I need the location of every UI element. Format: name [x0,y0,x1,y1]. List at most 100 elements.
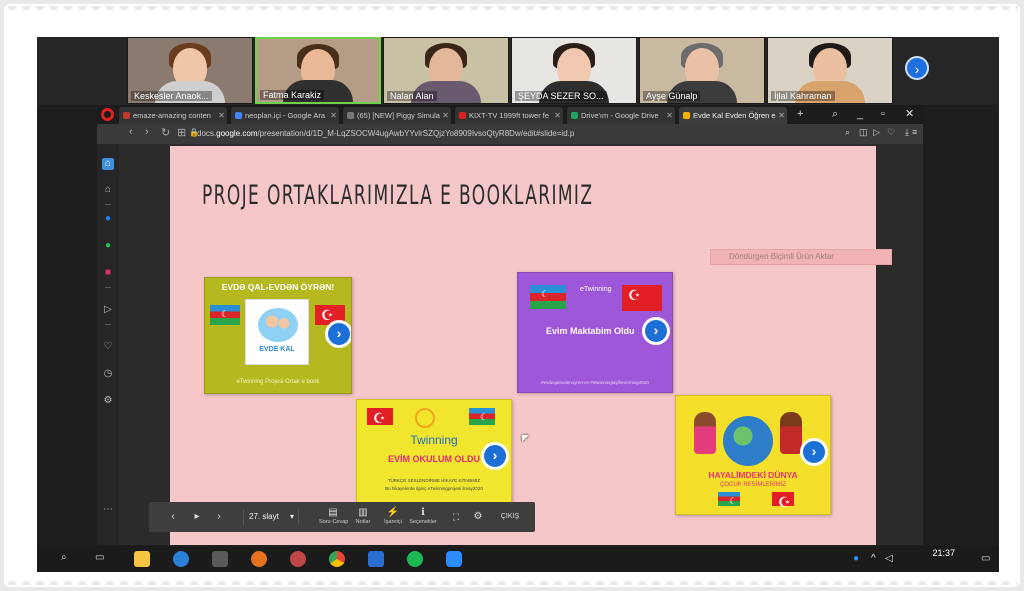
speed-dial-icon[interactable]: ⌂ [102,158,114,170]
card-footer: #evdeqalevdenoyren-ev #etwinninglayihesi… [541,380,649,385]
close-tab-icon[interactable]: ✕ [442,107,449,124]
instagram-icon[interactable]: ■ [102,267,114,279]
ebook-card-evim-okulum[interactable]: Twinning EVİM OKULUM OLDU › TÜRKÇE SESLE… [356,399,512,505]
close-tab-icon[interactable]: ✕ [554,107,561,124]
close-tab-icon[interactable]: ✕ [666,107,673,124]
search-icon[interactable]: ⌕ [61,552,67,563]
next-participants-button[interactable]: › [905,56,929,80]
new-tab-icon[interactable]: + [797,105,803,124]
edge-icon[interactable] [173,551,189,567]
hidden-action-button[interactable]: Döndürgen Biçimli Ürün Aktar [710,249,892,265]
ebook-card-evim-maktabim[interactable]: eTwinning Evim Maktabim Oldu › #evdeqale… [517,272,673,393]
play-icon[interactable]: ▸ [191,502,203,532]
opera-logo-icon[interactable] [101,108,114,121]
heart-icon[interactable]: ♡ [887,127,895,138]
notifications-icon[interactable]: ▭ [981,553,990,564]
participant-tile[interactable]: Keskesler Anaok... [127,37,253,104]
minimize-icon[interactable]: _ [857,105,863,124]
participant-tile[interactable]: Nalan Alan [383,37,509,104]
home-icon[interactable]: ⊞ [177,126,186,139]
participant-name: Fatma Karakiz [260,90,325,100]
tab-bar: emaze-amazing conten ✕ neoplan.içi - Googl… [97,105,923,124]
zoom-icon[interactable] [446,551,462,567]
participant-tile[interactable]: İjlal Kahraman [767,37,893,104]
participant-tile[interactable]: Ayşe Günalp [639,37,765,104]
browser-tab[interactable]: KIXT-TV 1999ft tower fe ✕ [455,107,563,124]
participant-name: Nalan Alan [387,91,437,101]
close-tab-icon[interactable]: ✕ [778,107,785,124]
notes-icon: ▥ [358,507,368,518]
close-tab-icon[interactable]: ✕ [218,107,225,124]
paint-icon[interactable] [290,551,306,567]
show-hidden-icon[interactable]: ^ [871,553,876,564]
slide-selector[interactable]: 27. slayt ▾ [243,509,299,525]
zoom-tray-icon[interactable]: ● [853,553,859,564]
url-field[interactable]: docs.google.com/presentation/d/1D_M-LqZS… [197,127,574,141]
download-icon[interactable]: ⤓ [905,127,909,138]
volume-icon[interactable]: ◁ [885,553,893,564]
exit-button[interactable]: ÇIKIŞ [495,502,525,532]
participant-tile[interactable]: Fatma Karakiz [255,37,381,104]
maximize-icon[interactable]: ▫ [881,105,885,124]
participant-strip: Keskesler Anaok... Fatma Karakiz Nalan Ala… [37,37,999,105]
messenger-icon[interactable]: ● [102,213,114,225]
file-explorer-icon[interactable] [134,551,150,567]
more-icon[interactable]: ⋯ [102,504,114,516]
open-arrow-icon[interactable]: › [800,438,828,466]
history-icon[interactable]: ◷ [102,368,114,380]
participant-tile[interactable]: ŞEYDA SEZER SO... [511,37,637,104]
azerbaijan-flag-icon [718,492,740,507]
open-arrow-icon[interactable]: › [642,317,670,345]
fullscreen-icon[interactable]: ⛶ [449,502,463,532]
browser-window: emaze-amazing conten ✕ neoplan.içi - Googl… [97,105,923,545]
menu-icon[interactable]: ≡ [912,127,917,137]
bookmarks-icon[interactable]: ♡ [102,341,114,353]
mail-icon[interactable] [368,551,384,567]
tab-label: KIXT-TV 1999ft tower fe [469,111,550,120]
previous-slide-icon[interactable]: ‹ [167,502,179,532]
open-arrow-icon[interactable]: › [325,320,351,348]
settings-icon[interactable]: ⚙ [471,502,485,532]
settings-icon[interactable]: ⚙ [102,395,114,407]
chrome-icon[interactable] [329,551,345,567]
firefox-icon[interactable] [251,551,267,567]
flow-icon[interactable]: ▷ [102,304,114,316]
close-window-icon[interactable]: ✕ [905,105,914,124]
browser-tab[interactable]: (65) [NEW] Piggy Simula ✕ [343,107,451,124]
forward-icon[interactable]: › [145,126,149,138]
ebook-card-hayalimdeki-dunya[interactable]: HAYALİMDEKİ DÜNYA ÇOCUK RESİMLERİMİZ › [675,395,831,515]
browser-tab[interactable]: emaze-amazing conten ✕ [119,107,227,124]
tab-label: emaze-amazing conten [133,111,211,120]
browser-tab[interactable]: Drive'ım - Google Drive ✕ [567,107,675,124]
browser-tab[interactable]: neoplan.içi - Google Ara ✕ [231,107,339,124]
reload-icon[interactable]: ↻ [161,126,170,139]
favicon-icon [347,112,354,119]
home-icon[interactable]: ⌂ [102,184,114,196]
browser-tab[interactable]: Evde Kal Evden Öğren e ✕ [679,107,787,124]
toolbar-label: Soru-Cevap [319,519,349,525]
store-icon[interactable] [212,551,228,567]
tab-label: Evde Kal Evden Öğren e [693,111,776,120]
participant-name: Keskesler Anaok... [131,91,212,101]
close-tab-icon[interactable]: ✕ [330,107,337,124]
clock[interactable]: 21:37 [932,548,955,559]
spotify-icon[interactable] [407,551,423,567]
open-arrow-icon[interactable]: › [481,442,509,470]
task-view-icon[interactable]: ▭ [95,552,104,563]
presentation-slide: PROJE ORTAKLARIMIZLA E BOOKLARIMIZ Döndü… [170,146,892,545]
camera-icon[interactable]: ◫ [859,127,868,138]
back-icon[interactable]: ‹ [129,126,133,138]
slide-title: PROJE ORTAKLARIMIZLA E BOOKLARIMIZ [202,180,594,211]
ebook-card-evde-qal[interactable]: EVDƏ QAL-EVDƏN ÖYRƏN! EVDE KAL › eTwinni… [204,277,352,394]
participant-name: İjlal Kahraman [771,91,835,101]
send-icon[interactable]: ▷ [873,127,880,138]
book-cover: EVDE KAL [245,299,309,365]
next-slide-icon[interactable]: › [213,502,225,532]
card-subtitle: ÇOCUK RESİMLERİMİZ [719,482,786,488]
search-tabs-icon[interactable]: ⌕ [832,105,838,124]
toolbar-label: İşaretçi [384,519,402,525]
whatsapp-icon[interactable]: ● [102,240,114,252]
photo-frame: Keskesler Anaok... Fatma Karakiz Nalan Ala… [6,6,1018,585]
favicon-icon [123,112,130,119]
search-icon[interactable]: ⌕ [845,127,850,138]
